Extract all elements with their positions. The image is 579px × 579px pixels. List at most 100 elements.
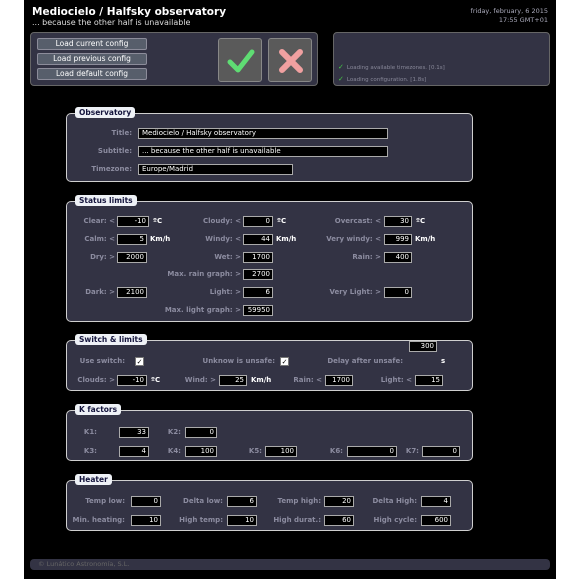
high-durat-input[interactable]: 60 — [324, 515, 354, 526]
log-line: ✓ Loading configuration. [1.8s] — [338, 75, 426, 83]
clouds-label: Clouds: > — [77, 376, 115, 384]
wind-input[interactable]: 25 — [219, 375, 247, 386]
k3-label: K3: — [83, 447, 97, 455]
log-line: ✓ Loading available timezones. [0.1s] — [338, 63, 445, 71]
max-light-graph-input[interactable]: 59950 — [243, 305, 273, 316]
cancel-button[interactable] — [268, 38, 312, 82]
min-heating-input[interactable]: 10 — [131, 515, 161, 526]
subtitle-input[interactable]: ... because the other half is unavailabl… — [138, 146, 388, 157]
k7-label: K7: — [405, 447, 419, 455]
temp-high-input[interactable]: 20 — [324, 496, 354, 507]
temp-low-input[interactable]: 0 — [131, 496, 161, 507]
footer: © Lunático Astronomía, S.L. — [30, 559, 550, 570]
max-rain-graph-label: Max. rain graph: > — [167, 270, 241, 278]
checkmark-icon — [227, 49, 255, 73]
config-panel: Load current config Load previous config… — [30, 32, 318, 86]
k7-input[interactable]: 0 — [422, 446, 460, 457]
cloudy-input[interactable]: 0 — [243, 216, 273, 227]
k5-label: K5: — [248, 447, 262, 455]
k-factors-legend: K factors — [75, 404, 122, 415]
delay-unit: s — [441, 357, 446, 365]
overcast-input[interactable]: 30 — [384, 216, 412, 227]
cross-icon — [279, 49, 303, 73]
high-durat-label: High durat.: — [273, 516, 321, 524]
load-current-config-button[interactable]: Load current config — [37, 38, 147, 50]
light-input[interactable]: 6 — [243, 287, 273, 298]
load-previous-config-button[interactable]: Load previous config — [37, 53, 147, 65]
high-cycle-label: High cycle: — [373, 516, 418, 524]
date-text: friday, february, 6 2015 — [470, 7, 548, 15]
calm-input[interactable]: 5 — [117, 234, 147, 245]
delta-high-input[interactable]: 4 — [421, 496, 451, 507]
switch-rain-input[interactable]: 1700 — [325, 375, 353, 386]
dry-input[interactable]: 2000 — [117, 252, 147, 263]
max-rain-graph-input[interactable]: 2700 — [243, 269, 273, 280]
switch-limits-section: Switch & limits Use switch: ✓ Unknow is … — [66, 334, 473, 391]
high-cycle-input[interactable]: 600 — [421, 515, 451, 526]
timezone-value: Europe/Madrid — [142, 165, 194, 173]
very-light-label: Very Light: > — [329, 288, 381, 296]
title-input[interactable]: Mediocielo / Halfsky observatory — [138, 128, 388, 139]
overcast-unit: ºC — [416, 217, 426, 225]
delta-high-label: Delta High: — [372, 497, 417, 505]
checkmark-icon: ✓ — [338, 63, 344, 71]
windy-label: Windy: < — [205, 235, 241, 243]
clear-label: Clear: < — [83, 217, 115, 225]
ok-button[interactable] — [218, 38, 262, 82]
wet-input[interactable]: 1700 — [243, 252, 273, 263]
clear-unit: ºC — [153, 217, 163, 225]
k5-input[interactable]: 100 — [265, 446, 297, 457]
cloudy-label: Cloudy: < — [202, 217, 241, 225]
load-default-config-button[interactable]: Load default config — [37, 68, 147, 80]
unknow-unsafe-checkbox[interactable]: ✓ — [280, 357, 289, 366]
rain-label: Rain: > — [352, 253, 381, 261]
light-label: Light: > — [209, 288, 241, 296]
k1-label: K1: — [83, 428, 97, 436]
max-light-graph-label: Max. light graph: > — [164, 306, 241, 314]
clouds-unit: ºC — [151, 376, 161, 384]
heater-section: Heater Temp low: 0 Delta low: 6 Temp hig… — [66, 474, 473, 531]
unknow-unsafe-label: Unknow is unsafe: — [202, 357, 275, 365]
delta-low-input[interactable]: 6 — [227, 496, 257, 507]
calm-label: Calm: < — [84, 235, 115, 243]
delta-low-label: Delta low: — [183, 497, 223, 505]
log-panel: ✓ Loading available timezones. [0.1s] ✓ Lo… — [333, 32, 550, 86]
k-factors-section: K factors K1: 33 K2: 0 K3: 4 K4: 100 K5:… — [66, 404, 473, 461]
switch-light-input[interactable]: 15 — [415, 375, 443, 386]
k2-label: K2: — [167, 428, 181, 436]
subtitle-label: Subtitle: — [97, 147, 132, 155]
log-text: Loading available timezones. [0.1s] — [346, 65, 445, 71]
switch-limits-legend: Switch & limits — [75, 334, 147, 345]
delay-after-unsafe-input[interactable]: 300 — [409, 341, 437, 352]
app-title: Mediocielo / Halfsky observatory — [32, 6, 227, 18]
k2-input[interactable]: 0 — [185, 427, 217, 438]
page: Mediocielo / Halfsky observatory ... bec… — [24, 0, 556, 579]
switch-light-label: Light: < — [380, 376, 412, 384]
k3-input[interactable]: 4 — [119, 446, 149, 457]
very-windy-input[interactable]: 999 — [384, 234, 412, 245]
very-windy-unit: Km/h — [415, 235, 436, 243]
datetime: friday, february, 6 2015 17:55 GMT+01 — [388, 7, 548, 25]
very-light-input[interactable]: 0 — [384, 287, 412, 298]
wet-label: Wet: > — [214, 253, 241, 261]
dry-label: Dry: > — [90, 253, 115, 261]
use-switch-label: Use switch: — [79, 357, 125, 365]
windy-input[interactable]: 44 — [243, 234, 273, 245]
clouds-input[interactable]: -10 — [117, 375, 147, 386]
high-temp-input[interactable]: 10 — [227, 515, 257, 526]
app-subtitle: ... because the other half is unavailabl… — [32, 18, 191, 27]
use-switch-checkbox[interactable]: ✓ — [135, 357, 144, 366]
rain-input[interactable]: 400 — [384, 252, 412, 263]
time-text: 17:55 GMT+01 — [498, 16, 548, 24]
observatory-section: Observatory Title: Mediocielo / Halfsky … — [66, 107, 473, 182]
dark-input[interactable]: 2100 — [117, 287, 147, 298]
clear-input[interactable]: -10 — [117, 216, 149, 227]
calm-unit: Km/h — [150, 235, 171, 243]
temp-low-label: Temp low: — [85, 497, 125, 505]
title-label: Title: — [111, 129, 132, 137]
k1-input[interactable]: 33 — [119, 427, 149, 438]
k6-input[interactable]: 0 — [347, 446, 397, 457]
timezone-select[interactable]: Europe/Madrid — [138, 164, 293, 175]
k4-input[interactable]: 100 — [185, 446, 217, 457]
windy-unit: Km/h — [276, 235, 297, 243]
